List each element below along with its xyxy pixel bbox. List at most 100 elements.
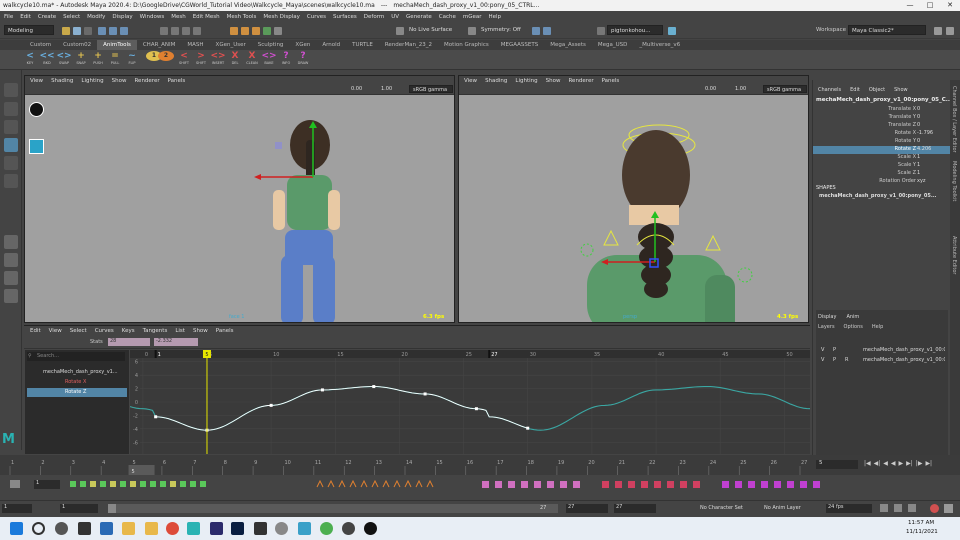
menu-generate[interactable]: Generate xyxy=(406,14,432,20)
tangent-icon[interactable] xyxy=(415,479,423,488)
channel-value[interactable]: 0 xyxy=(917,106,945,112)
layer-reference[interactable]: R xyxy=(845,357,848,363)
symmetry-dropdown[interactable]: Symmetry: Off xyxy=(478,25,530,35)
shelf-tab-megaassets[interactable]: MEGAASSETS xyxy=(495,40,544,50)
misc-tool-icon[interactable] xyxy=(748,481,755,488)
key-tool-icon[interactable] xyxy=(534,481,541,488)
viewport-menu-shading[interactable]: Shading xyxy=(51,78,73,84)
single-view-icon[interactable] xyxy=(4,235,18,249)
step-back-key-icon[interactable]: ◀| xyxy=(874,460,881,467)
shelf-button-8[interactable]: 2 xyxy=(158,51,174,69)
tangent-icon[interactable] xyxy=(426,479,434,488)
side-tab[interactable]: Modeling Toolkit xyxy=(951,161,957,201)
key-tool-icon[interactable] xyxy=(482,481,489,488)
menu-edit[interactable]: Edit xyxy=(20,14,31,20)
loop-icon[interactable] xyxy=(894,504,902,512)
shelf-tab-renderman-23-2[interactable]: RenderMan_23_2 xyxy=(379,40,438,50)
channel-value[interactable]: 1 xyxy=(917,154,945,160)
anim-tool-icon[interactable] xyxy=(180,481,186,487)
shelf-button-9[interactable]: < SHIFT xyxy=(176,51,192,69)
snap-curve-icon[interactable] xyxy=(171,27,179,35)
graph-menu-panels[interactable]: Panels xyxy=(216,328,234,334)
key-tool-icon[interactable] xyxy=(508,481,515,488)
hypershade-icon[interactable] xyxy=(263,27,271,35)
layer-tab-anim[interactable]: Anim xyxy=(846,314,859,320)
shelf-tab-sculpting[interactable]: Sculpting xyxy=(252,40,290,50)
layout-icon[interactable] xyxy=(946,27,954,35)
minimize-icon[interactable]: — xyxy=(900,0,920,11)
anim-tool-icon[interactable] xyxy=(80,481,86,487)
viewport-left[interactable]: View Shading Lighting Show Renderer Panels 0.… xyxy=(24,75,455,323)
tangent-icon[interactable] xyxy=(327,479,335,488)
menu-file[interactable]: File xyxy=(4,14,13,20)
graph-menu-view[interactable]: View xyxy=(49,328,62,334)
misc-tool-icon[interactable] xyxy=(787,481,794,488)
tangent-icon[interactable] xyxy=(360,479,368,488)
scene-end-field[interactable]: 27 xyxy=(614,504,656,513)
menu-windows[interactable]: Windows xyxy=(140,14,165,20)
wireframe-toggle-icon[interactable] xyxy=(543,27,551,35)
layer-menu-options[interactable]: Options xyxy=(844,324,863,330)
scene-start-field[interactable]: 1 xyxy=(2,504,32,513)
shelf-button-4[interactable]: + PUSH xyxy=(90,51,106,69)
anim-tool-icon[interactable] xyxy=(150,481,156,487)
gamma-field[interactable]: 1.00 xyxy=(381,86,392,92)
layer-row[interactable]: V P RmechaMech_dash_proxy_v1_00:Gl xyxy=(818,357,946,366)
channel-value[interactable]: 0 xyxy=(917,138,945,144)
range-end-field[interactable]: 27 xyxy=(566,504,608,513)
shelf-tab-animtools[interactable]: AnimTools xyxy=(97,40,137,50)
live-surface-field[interactable]: No Live Surface xyxy=(406,25,466,35)
viewport-menu-lighting[interactable]: Lighting xyxy=(515,78,537,84)
menu-edit-mesh[interactable]: Edit Mesh xyxy=(193,14,220,20)
rotate-tool-icon[interactable] xyxy=(4,156,18,170)
shelf-button-1[interactable]: << BKD xyxy=(39,51,55,69)
shelf-button-6[interactable]: ~ FLIP xyxy=(124,51,140,69)
key-point[interactable] xyxy=(474,407,478,411)
character-set-dropdown[interactable]: No Character Set xyxy=(700,505,743,511)
menu-mesh-tools[interactable]: Mesh Tools xyxy=(227,14,257,20)
viewport-menu-view[interactable]: View xyxy=(30,78,43,84)
tangent-icon[interactable] xyxy=(316,479,324,488)
chrome-icon[interactable] xyxy=(166,522,179,535)
sidebar-toggle-icon[interactable] xyxy=(934,27,942,35)
channel-value[interactable]: 4.206 xyxy=(917,146,945,152)
menu-cache[interactable]: Cache xyxy=(439,14,456,20)
viewport-menu-lighting[interactable]: Lighting xyxy=(81,78,103,84)
anim-tool-icon[interactable] xyxy=(200,481,206,487)
key-point[interactable] xyxy=(154,415,158,419)
channel-row[interactable]: Scale Y1 xyxy=(813,162,951,170)
channel-row[interactable]: Rotate Y0 xyxy=(813,138,951,146)
outliner-search[interactable]: Search... xyxy=(27,352,125,361)
layer-playback[interactable]: P xyxy=(833,347,836,353)
shelf-button-3[interactable]: + SNAP xyxy=(73,51,89,69)
windows-start-icon[interactable] xyxy=(10,522,23,535)
misc-tool-icon[interactable] xyxy=(774,481,781,488)
range-start-marker[interactable] xyxy=(154,350,157,358)
key-point[interactable] xyxy=(526,426,530,430)
viewport-menu-shading[interactable]: Shading xyxy=(485,78,507,84)
colorspace-dropdown[interactable]: sRGB gamma xyxy=(409,85,453,93)
menu-uv[interactable]: UV xyxy=(391,14,399,20)
graph-menu-list[interactable]: List xyxy=(175,328,185,334)
viewport-menu-show[interactable]: Show xyxy=(112,78,127,84)
record-tool-icon[interactable] xyxy=(641,481,648,488)
side-tab[interactable]: Attribute Editor xyxy=(951,236,957,274)
exposure-field-right[interactable]: 0.00 xyxy=(705,86,716,92)
outliner-view-icon[interactable] xyxy=(4,289,18,303)
key-tool-icon[interactable] xyxy=(560,481,567,488)
stats-frame-field[interactable]: 28 xyxy=(108,338,150,346)
tangent-icon[interactable] xyxy=(404,479,412,488)
graph-menu-tangents[interactable]: Tangents xyxy=(143,328,168,334)
anim-tool-icon[interactable] xyxy=(100,481,106,487)
disk-icon[interactable] xyxy=(275,522,288,535)
help-icon[interactable] xyxy=(668,27,676,35)
outliner-rotate-x[interactable]: Rotate X xyxy=(27,378,127,387)
shape-name[interactable]: mechaMech_dash_proxy_v1_00:pony_05... xyxy=(819,193,937,199)
shelf-tab-mega-usd[interactable]: Mega_USD xyxy=(592,40,634,50)
autokey-toggle-icon[interactable] xyxy=(930,504,939,513)
record-tool-icon[interactable] xyxy=(654,481,661,488)
go-end-icon[interactable]: ▶| xyxy=(925,460,932,467)
shelf-button-13[interactable]: X CLEAN xyxy=(244,51,260,69)
shelf-tab-mash[interactable]: MASH xyxy=(181,40,209,50)
viewport-right[interactable]: View Shading Lighting Show Renderer Panels 0.… xyxy=(458,75,809,323)
